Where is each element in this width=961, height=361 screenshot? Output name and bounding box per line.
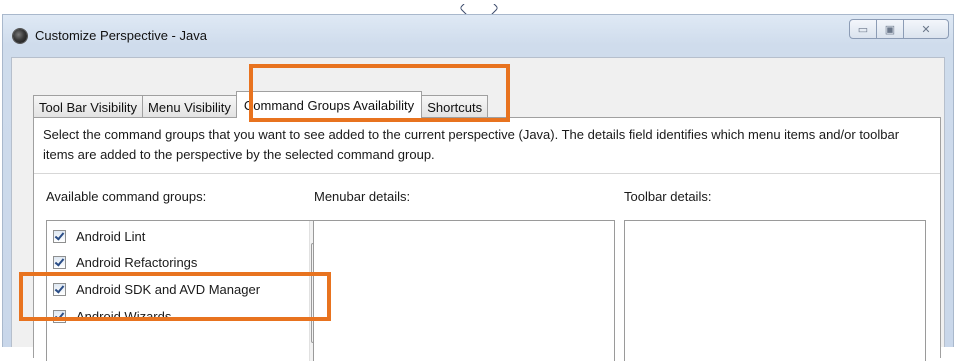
command-groups-list[interactable]: Android Lint Android Refactorings Androi… bbox=[46, 220, 327, 361]
command-groups-panel: Select the command groups that you want … bbox=[33, 117, 941, 361]
checkbox[interactable] bbox=[53, 229, 66, 243]
separator bbox=[34, 173, 940, 174]
list-item-label: Android Lint bbox=[76, 228, 146, 244]
customize-perspective-dialog: Customize Perspective - Java ▭ ▣ ✕ Tool … bbox=[2, 14, 954, 361]
list-item[interactable]: Android Wizards bbox=[53, 306, 171, 326]
list-item[interactable]: Android Lint bbox=[53, 226, 145, 246]
toolbar-details-label: Toolbar details: bbox=[624, 189, 712, 204]
maximize-button[interactable]: ▣ bbox=[876, 19, 904, 39]
toolbar-details-box[interactable] bbox=[624, 220, 926, 361]
list-item[interactable]: Android SDK and AVD Manager bbox=[53, 279, 260, 299]
tab-command-groups-availability[interactable]: Command Groups Availability bbox=[235, 91, 423, 118]
close-button[interactable]: ✕ bbox=[903, 19, 949, 39]
menubar-details-box[interactable] bbox=[313, 220, 615, 361]
list-item-label: Android Refactorings bbox=[76, 254, 198, 270]
title-bar[interactable]: Customize Perspective - Java ▭ ▣ ✕ bbox=[3, 15, 953, 57]
checkbox[interactable] bbox=[53, 255, 66, 269]
list-item[interactable]: Android Refactorings bbox=[53, 252, 197, 272]
available-groups-label: Available command groups: bbox=[46, 189, 207, 204]
panel-description: Select the command groups that you want … bbox=[43, 127, 900, 162]
tab-shortcuts[interactable]: Shortcuts bbox=[421, 95, 489, 118]
dialog-body: Tool Bar Visibility Menu Visibility Comm… bbox=[11, 57, 945, 361]
window-controls: ▭ ▣ ✕ bbox=[849, 19, 949, 39]
window-title: Customize Perspective - Java bbox=[35, 28, 207, 43]
tab-menu-visibility[interactable]: Menu Visibility bbox=[142, 95, 237, 118]
tab-tool-bar-visibility[interactable]: Tool Bar Visibility bbox=[33, 95, 144, 118]
checkbox[interactable] bbox=[53, 282, 66, 296]
list-item-label: Android Wizards bbox=[76, 308, 172, 324]
checkbox[interactable] bbox=[53, 309, 66, 323]
minimize-button[interactable]: ▭ bbox=[849, 19, 877, 39]
eclipse-app-icon bbox=[13, 29, 27, 43]
callout-pointer-mask bbox=[450, 0, 510, 4]
menubar-details-label: Menubar details: bbox=[314, 189, 411, 204]
tab-strip: Tool Bar Visibility Menu Visibility Comm… bbox=[33, 91, 489, 118]
list-item-label: Android SDK and AVD Manager bbox=[76, 281, 261, 297]
